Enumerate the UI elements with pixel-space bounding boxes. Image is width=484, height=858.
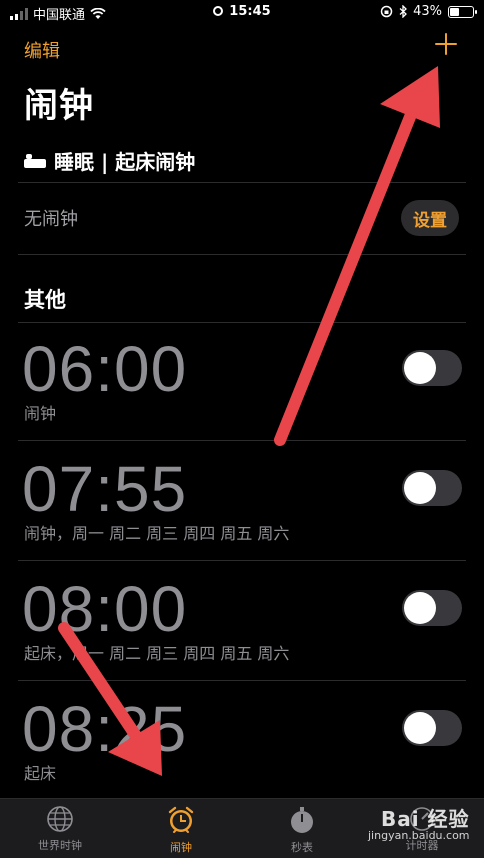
toggle-knob (404, 352, 436, 384)
alarm-time: 08:00 (22, 573, 188, 645)
divider (18, 440, 466, 441)
divider (18, 254, 466, 255)
watermark: Bai 经验 jingyan.baidu.com (368, 808, 470, 842)
alarm-label: 起床，周一 周二 周三 周四 周五 周六 (24, 644, 290, 663)
add-alarm-button[interactable] (432, 30, 460, 58)
other-section-header: 其他 (24, 288, 66, 312)
battery-icon (448, 5, 477, 18)
stopwatch-icon (291, 807, 313, 833)
alarm-toggle[interactable] (402, 590, 462, 626)
toggle-knob (404, 712, 436, 744)
alarm-toggle[interactable] (402, 470, 462, 506)
bed-icon (24, 153, 46, 168)
sleep-section-header: 睡眠 | 起床闹钟 (24, 146, 195, 175)
divider (18, 680, 466, 681)
tab-label: 闹钟 (170, 841, 192, 854)
alarm-time: 08:25 (22, 693, 188, 765)
tab-label: 秒表 (291, 841, 313, 854)
alarm-toggle[interactable] (402, 350, 462, 386)
alarm-row[interactable]: 08:00 起床，周一 周二 周三 周四 周五 周六 (0, 572, 484, 692)
time-label: 15:45 (229, 4, 271, 19)
alarm-label: 闹钟 (24, 404, 57, 423)
alarm-row[interactable]: 07:55 闹钟，周一 周二 周三 周四 周五 周六 (0, 452, 484, 572)
alarm-clock-icon (168, 806, 194, 833)
status-bar: 中国联通 15:45 43% (0, 0, 484, 24)
alarm-row[interactable]: 06:00 闹钟 (0, 332, 484, 452)
no-alarm-text: 无闹钟 (24, 209, 78, 230)
alarm-label: 起床 (24, 764, 57, 783)
divider (18, 182, 466, 183)
battery-percent: 43% (413, 4, 442, 19)
alarm-time: 07:55 (22, 453, 188, 525)
tab-alarm[interactable]: 闹钟 (141, 805, 221, 855)
tab-world-clock[interactable]: 世界时钟 (20, 805, 100, 853)
status-right: 43% (380, 4, 477, 19)
watermark-url: jingyan.baidu.com (368, 829, 470, 842)
alarm-row[interactable]: 08:25 起床 (0, 692, 484, 812)
toggle-knob (404, 592, 436, 624)
alarm-label: 闹钟，周一 周二 周三 周四 周五 周六 (24, 524, 290, 543)
edit-button[interactable]: 编辑 (24, 37, 60, 63)
page-title: 闹钟 (24, 86, 94, 126)
tab-stopwatch[interactable]: 秒表 (262, 805, 342, 855)
sleep-header-label: 睡眠 | 起床闹钟 (54, 150, 196, 174)
toggle-knob (404, 472, 436, 504)
divider (18, 322, 466, 323)
orientation-lock-icon (380, 5, 393, 18)
alarm-time: 06:00 (22, 333, 188, 405)
divider (18, 560, 466, 561)
tab-label: 世界时钟 (38, 839, 82, 852)
recording-icon (213, 6, 224, 16)
setup-button[interactable]: 设置 (401, 200, 459, 236)
bluetooth-icon (399, 5, 408, 18)
battery-fill (450, 7, 460, 16)
watermark-brand: Bai 经验 (380, 807, 470, 831)
globe-icon (47, 806, 73, 832)
alarm-toggle[interactable] (402, 710, 462, 746)
